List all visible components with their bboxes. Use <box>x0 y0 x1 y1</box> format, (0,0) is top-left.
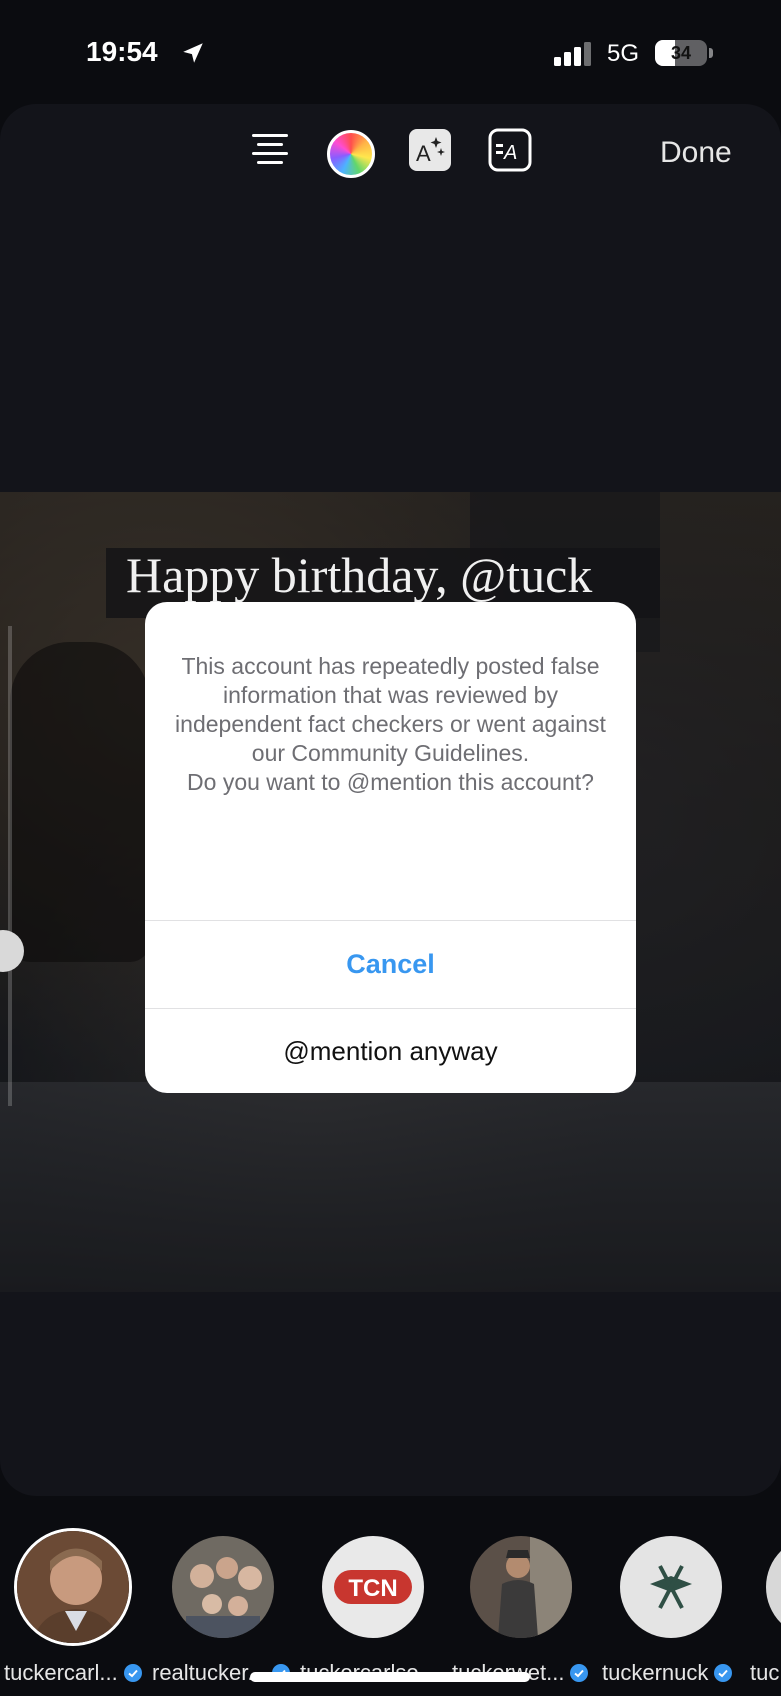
mention-suggestions: tuckercarl... realtucker... TCN tuckernu… <box>0 1520 781 1696</box>
suggestion-item[interactable]: tuckernuck <box>600 1520 750 1696</box>
avatar[interactable] <box>620 1536 722 1638</box>
status-time: 19:54 <box>86 36 158 67</box>
cellular-signal-icon <box>554 42 591 66</box>
network-type: 5G <box>607 40 640 67</box>
home-indicator[interactable] <box>250 1672 530 1682</box>
suggestion-label: tuc <box>750 1660 780 1685</box>
avatar[interactable]: TCN <box>322 1536 424 1638</box>
alert-message-text: This account has repeatedly posted false… <box>175 653 606 795</box>
avatar[interactable] <box>766 1536 781 1638</box>
tcn-logo-text: TCN <box>348 1575 397 1602</box>
suggestion-label: tuckernuck <box>602 1660 733 1690</box>
mention-warning-dialog: This account has repeatedly posted false… <box>145 602 636 1093</box>
verified-badge-icon <box>123 1664 142 1682</box>
suggestion-item[interactable]: realtucker... <box>150 1520 300 1696</box>
location-arrow-icon <box>183 43 203 63</box>
suggestion-item[interactable]: tuc <box>750 1520 781 1696</box>
suggestion-label: tuckercarl... <box>4 1660 142 1690</box>
suggestion-item[interactable]: tuckercarl... <box>0 1520 150 1696</box>
battery-indicator: 34 <box>655 40 713 66</box>
status-bar: 19:54 5G 34 <box>0 0 781 100</box>
suggestion-item[interactable]: tuckerwet... <box>450 1520 600 1696</box>
color-wheel-icon[interactable] <box>327 130 375 178</box>
text-size-slider-track <box>8 626 12 1106</box>
text-align-icon[interactable] <box>248 128 292 172</box>
avatar[interactable] <box>14 1528 132 1646</box>
done-button[interactable]: Done <box>660 136 770 170</box>
suggestion-item[interactable]: TCN tuckercarlso... <box>300 1520 450 1696</box>
alert-message: This account has repeatedly posted false… <box>165 652 616 797</box>
story-text[interactable]: Happy birthday, @tuck <box>126 546 592 604</box>
text-background-icon[interactable]: A <box>488 128 532 172</box>
svg-text:A: A <box>416 141 431 166</box>
text-effects-icon[interactable]: A <box>408 128 452 172</box>
svg-text:A: A <box>503 142 517 164</box>
mention-anyway-button[interactable]: @mention anyway <box>145 1009 636 1093</box>
avatar[interactable] <box>470 1536 572 1638</box>
verified-badge-icon <box>714 1664 733 1682</box>
battery-level: 34 <box>670 43 692 63</box>
avatar[interactable] <box>172 1536 274 1638</box>
cancel-button[interactable]: Cancel <box>145 921 636 1008</box>
verified-badge-icon <box>570 1664 589 1682</box>
